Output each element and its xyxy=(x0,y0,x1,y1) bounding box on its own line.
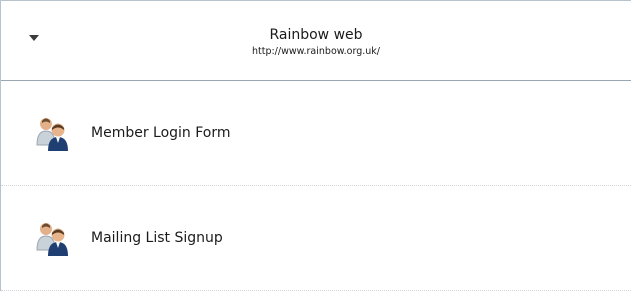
form-name: Mailing List Signup xyxy=(91,230,223,246)
users-icon xyxy=(35,115,71,151)
site-forms-panel: Rainbow web http://www.rainbow.org.uk/ M… xyxy=(0,0,631,291)
users-icon xyxy=(35,220,71,256)
site-title-block: Rainbow web http://www.rainbow.org.uk/ xyxy=(1,27,631,58)
form-name: Member Login Form xyxy=(91,125,231,141)
site-title: Rainbow web xyxy=(269,27,363,43)
list-item-member-login-form[interactable]: Member Login Form xyxy=(1,81,631,186)
site-url: http://www.rainbow.org.uk/ xyxy=(251,46,381,57)
site-header: Rainbow web http://www.rainbow.org.uk/ xyxy=(1,1,631,81)
list-item-mailing-list-signup[interactable]: Mailing List Signup xyxy=(1,186,631,291)
